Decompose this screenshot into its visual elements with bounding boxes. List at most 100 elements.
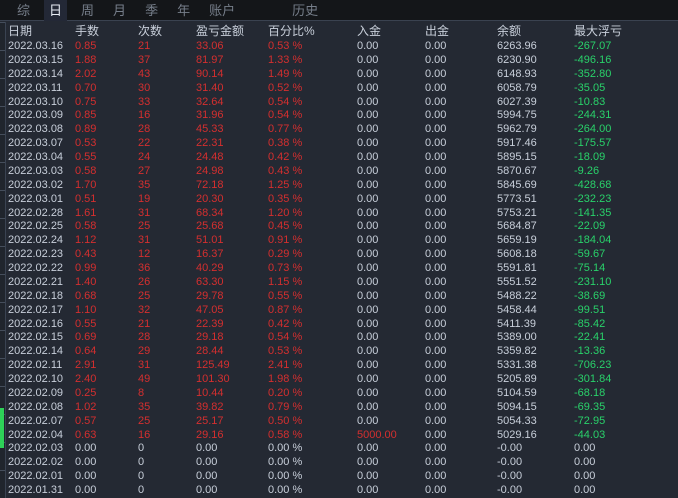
table-cell: 2022.02.03 bbox=[8, 442, 64, 455]
table-row[interactable]: 2022.02.08 1.02 35 39.82 0.79 % 0.00 0.00 5094.… bbox=[0, 401, 678, 415]
table-cell: 1.15 % bbox=[268, 275, 303, 288]
table-cell: 5205.89 bbox=[497, 373, 537, 385]
table-row[interactable]: 2022.02.04 0.63 16 29.16 0.58 % 5000.00 0.00 50… bbox=[0, 429, 678, 443]
table-cell: -706.23 bbox=[574, 359, 612, 372]
period-tab-2[interactable]: 日 bbox=[44, 0, 68, 21]
table-row[interactable]: 2022.03.10 0.75 33 32.64 0.54 % 0.00 0.00 6027.… bbox=[0, 96, 678, 110]
table-row[interactable]: 2022.02.14 0.64 29 28.44 0.53 % 0.00 0.00 5359.… bbox=[0, 345, 678, 359]
table-cell: 32 bbox=[138, 303, 151, 316]
table-cell: 2022.02.01 bbox=[8, 470, 64, 483]
table-cell: 2022.02.25 bbox=[8, 220, 64, 233]
table-row[interactable]: 2022.02.16 0.55 21 22.39 0.42 % 0.00 0.00 5411.… bbox=[0, 318, 678, 332]
table-row[interactable]: 2022.02.10 2.40 49 101.30 1.98 % 0.00 0.00 5205… bbox=[0, 373, 678, 387]
table-row[interactable]: 2022.03.11 0.70 30 31.40 0.52 % 0.00 0.00 6058.… bbox=[0, 82, 678, 96]
table-cell: 43 bbox=[138, 67, 151, 80]
table-cell: 5054.33 bbox=[497, 414, 537, 427]
table-cell: 2022.03.03 bbox=[8, 164, 64, 177]
table-row[interactable]: 2022.02.28 1.61 31 68.34 1.20 % 0.00 0.00 5753.… bbox=[0, 207, 678, 221]
table-row[interactable]: 2022.02.09 0.25 8 10.44 0.20 % 0.00 0.00 5104.5… bbox=[0, 387, 678, 401]
table-cell: 2022.03.09 bbox=[8, 109, 64, 122]
table-row[interactable]: 2022.02.23 0.43 12 16.37 0.29 % 0.00 0.00 5608.… bbox=[0, 248, 678, 262]
table-row[interactable]: 2022.02.18 0.68 25 29.78 0.55 % 0.00 0.00 5488.… bbox=[0, 290, 678, 304]
period-tab-6[interactable]: 年 bbox=[172, 0, 195, 21]
table-cell: 0.00 bbox=[75, 470, 97, 483]
table-row[interactable]: 2022.02.17 1.10 32 47.05 0.87 % 0.00 0.00 5458.… bbox=[0, 304, 678, 318]
table-cell: 0.00 bbox=[425, 178, 447, 191]
table-cell: 2022.02.09 bbox=[8, 386, 64, 399]
table-cell: 0.00 bbox=[425, 220, 447, 233]
table-row[interactable]: 2022.02.11 2.91 31 125.49 2.41 % 0.00 0.00 5331… bbox=[0, 359, 678, 373]
table-cell: 0.00 bbox=[425, 442, 447, 455]
table-cell: 5773.51 bbox=[497, 192, 537, 205]
table-cell: 0.00 bbox=[357, 248, 379, 261]
table-row[interactable]: 2022.02.15 0.69 28 29.18 0.54 % 0.00 0.00 5389.… bbox=[0, 331, 678, 345]
period-tab-4[interactable]: 月 bbox=[108, 0, 131, 21]
table-cell: 0.00 bbox=[425, 456, 447, 469]
table-cell: 5458.44 bbox=[497, 303, 537, 316]
table-cell: 1.33 % bbox=[268, 53, 303, 66]
table-cell: 0.89 bbox=[75, 123, 97, 136]
column-header: 日期 bbox=[8, 24, 33, 38]
table-row[interactable]: 2022.03.15 1.88 37 81.97 1.33 % 0.00 0.00 6230.… bbox=[0, 54, 678, 68]
table-row[interactable]: 2022.03.04 0.55 24 24.48 0.42 % 0.00 0.00 5895.… bbox=[0, 151, 678, 165]
table-row[interactable]: 2022.03.16 0.85 21 33.06 0.53 % 0.00 0.00 6263.… bbox=[0, 40, 678, 54]
period-tab-7[interactable]: 账户 bbox=[204, 0, 240, 21]
column-header: 入金 bbox=[357, 24, 382, 38]
table-cell: 2022.02.11 bbox=[8, 359, 63, 372]
table-row[interactable]: 2022.03.07 0.53 22 22.31 0.38 % 0.00 0.00 5917.… bbox=[0, 137, 678, 151]
table-cell: 28 bbox=[138, 123, 151, 136]
table-cell: 0.00 bbox=[357, 95, 379, 108]
table-row[interactable]: 2022.02.07 0.57 25 25.17 0.50 % 0.00 0.00 5054.… bbox=[0, 415, 678, 429]
table-row[interactable]: 2022.03.02 1.70 35 72.18 1.25 % 0.00 0.00 5845.… bbox=[0, 179, 678, 193]
table-cell: 0.54 % bbox=[268, 95, 303, 108]
period-tab-5[interactable]: 季 bbox=[140, 0, 163, 21]
table-cell: 0.00 % bbox=[268, 456, 303, 469]
table-cell: 31.96 bbox=[196, 109, 224, 122]
table-cell: -72.95 bbox=[574, 414, 606, 427]
table-cell: 5753.21 bbox=[497, 206, 537, 219]
table-row[interactable]: 2022.03.08 0.89 28 45.33 0.77 % 0.00 0.00 5962.… bbox=[0, 123, 678, 137]
table-row[interactable]: 2022.02.21 1.40 26 63.30 1.15 % 0.00 0.00 5551.… bbox=[0, 276, 678, 290]
table-cell: 2022.03.10 bbox=[8, 95, 64, 108]
table-cell: 125.49 bbox=[196, 359, 230, 372]
table-row[interactable]: 2022.02.01 0.00 0 0.00 0.00 % 0.00 0.00 -0.00 0.… bbox=[0, 470, 678, 484]
table-row[interactable]: 2022.03.01 0.51 19 20.30 0.35 % 0.00 0.00 5773.… bbox=[0, 193, 678, 207]
table-cell: 19 bbox=[138, 192, 151, 205]
table-cell: 2022.02.28 bbox=[8, 206, 64, 219]
position-marker[interactable] bbox=[0, 408, 4, 448]
table-cell: 2022.02.18 bbox=[8, 289, 64, 302]
table-cell: 0.00 bbox=[357, 123, 379, 136]
table-cell: 0.00 bbox=[425, 428, 447, 441]
table-cell: 0.00 bbox=[357, 303, 379, 316]
table-cell: 16 bbox=[138, 428, 151, 441]
table-cell: 0.00 bbox=[425, 470, 447, 483]
table-row[interactable]: 2022.03.14 2.02 43 90.14 1.49 % 0.00 0.00 6148.… bbox=[0, 68, 678, 82]
table-row[interactable]: 2022.03.03 0.58 27 24.98 0.43 % 0.00 0.00 5870.… bbox=[0, 165, 678, 179]
table-cell: 0.43 % bbox=[268, 164, 303, 177]
table-cell: 0.42 % bbox=[268, 151, 303, 163]
table-row[interactable]: 2022.02.03 0.00 0 0.00 0.00 % 0.00 0.00 -0.00 0.… bbox=[0, 442, 678, 456]
table-cell: 2022.03.01 bbox=[8, 192, 64, 205]
table-row[interactable]: 2022.02.25 0.58 25 25.68 0.45 % 0.00 0.00 5684.… bbox=[0, 220, 678, 234]
table-cell: 0.00 bbox=[75, 484, 97, 496]
table-row[interactable]: 2022.02.02 0.00 0 0.00 0.00 % 0.00 0.00 -0.00 0.… bbox=[0, 456, 678, 470]
table-cell: 32.64 bbox=[196, 95, 224, 108]
table-cell: 0 bbox=[138, 456, 145, 469]
table-cell: 0.79 % bbox=[268, 400, 303, 413]
table-cell: 0.00 bbox=[357, 289, 379, 302]
table-cell: 0.00 bbox=[357, 220, 379, 233]
table-cell: 0.00 bbox=[425, 137, 447, 150]
table-row[interactable]: 2022.02.24 1.12 31 51.01 0.91 % 0.00 0.00 5659.… bbox=[0, 234, 678, 248]
table-cell: -0.00 bbox=[497, 484, 523, 496]
table-row[interactable]: 2022.02.22 0.99 36 40.29 0.73 % 0.00 0.00 5591.… bbox=[0, 262, 678, 276]
table-cell: 24 bbox=[138, 151, 151, 163]
table-row[interactable]: 2022.03.09 0.85 16 31.96 0.54 % 0.00 0.00 5994.… bbox=[0, 109, 678, 123]
period-tab-8[interactable]: 历史 bbox=[287, 0, 323, 21]
period-tab-1[interactable]: 综 bbox=[12, 0, 35, 21]
table-cell: 0.00 bbox=[357, 151, 379, 163]
table-row[interactable]: 2022.01.31 0.00 0 0.00 0.00 % 0.00 0.00 -0.00 0.… bbox=[0, 484, 678, 498]
table-cell: 2022.03.04 bbox=[8, 151, 64, 163]
period-tab-3[interactable]: 周 bbox=[76, 0, 99, 21]
row-ruler-track[interactable] bbox=[0, 22, 6, 498]
table-cell: 0.00 bbox=[425, 303, 447, 316]
